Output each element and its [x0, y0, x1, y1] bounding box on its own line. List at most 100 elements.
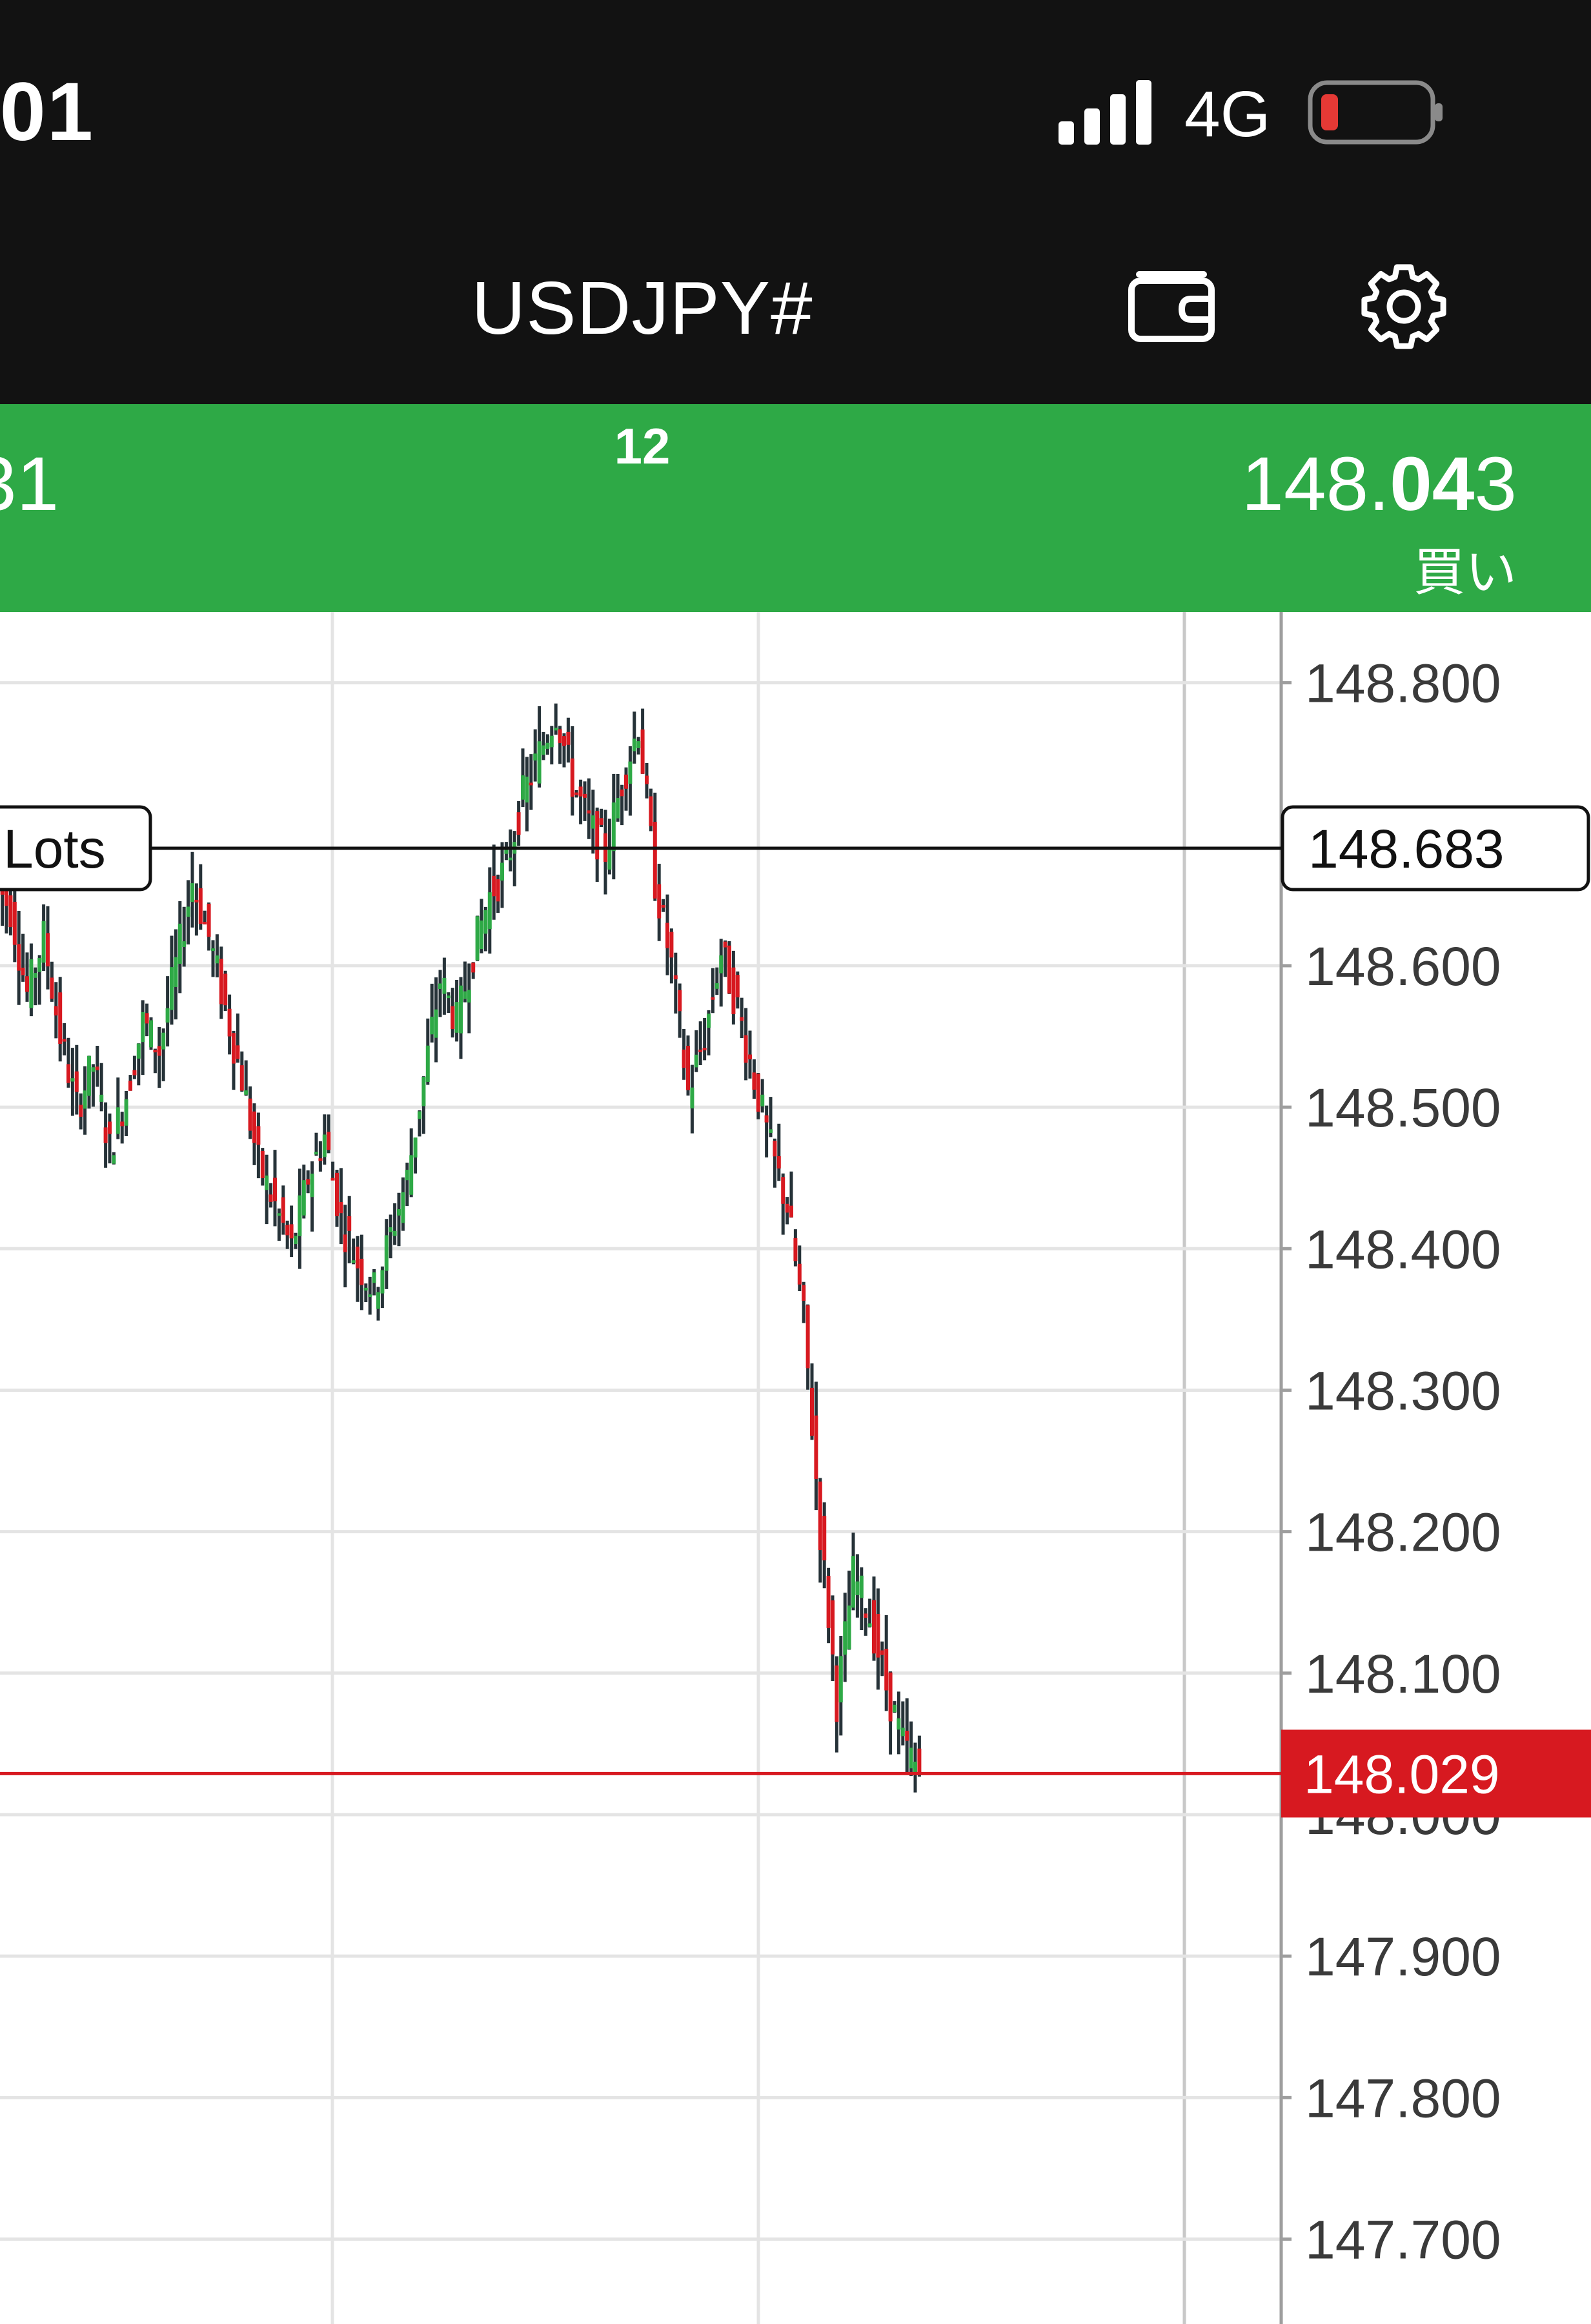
- candle-body: [475, 916, 480, 961]
- candle-body: [165, 1008, 170, 1023]
- chart-canvas[interactable]: 148.800 148.600 148.500 148.400 148.300 148.2…: [0, 612, 1591, 2324]
- candle-body: [327, 1132, 331, 1150]
- candle-body: [624, 774, 628, 789]
- candle-body: [289, 1224, 294, 1239]
- candle-body: [843, 1621, 847, 1655]
- candle-body: [731, 967, 736, 1015]
- quote-bar[interactable]: 31 12 148.043 買い: [0, 404, 1591, 612]
- candle-body: [690, 1087, 694, 1108]
- candle-body: [273, 1177, 277, 1201]
- network-type: 4G: [1184, 78, 1271, 150]
- price-chart[interactable]: 148.800 148.600 148.500 148.400 148.300 148.2…: [0, 612, 1591, 2324]
- tick-label: 147.900: [1305, 1926, 1501, 1987]
- candle-body: [818, 1482, 822, 1551]
- candle-body: [153, 1050, 157, 1053]
- candle-body: [897, 1718, 901, 1730]
- candle-body: [149, 1020, 153, 1048]
- candle-body: [339, 1202, 343, 1214]
- candle-body: [554, 728, 558, 731]
- candle-body: [91, 1067, 96, 1072]
- candle-body: [562, 736, 566, 746]
- candle-body: [645, 775, 649, 784]
- candle-body: [529, 782, 533, 786]
- candle-body: [913, 1761, 917, 1773]
- candle-body: [752, 1072, 756, 1090]
- candle-body: [174, 957, 178, 987]
- candle-body: [360, 1258, 364, 1285]
- candle-body: [599, 818, 603, 825]
- candle-body: [533, 753, 538, 761]
- sell-price[interactable]: 31: [0, 440, 59, 528]
- candle-body: [678, 990, 682, 1012]
- candle-body: [905, 1731, 909, 1741]
- candle-body: [640, 729, 645, 774]
- candle-body: [587, 810, 591, 814]
- candle-body: [103, 1127, 108, 1143]
- battery-icon: [1307, 77, 1449, 148]
- wallet-icon[interactable]: [1126, 261, 1223, 345]
- candle-body: [917, 1748, 922, 1774]
- candle-body: [401, 1192, 405, 1223]
- candle-body: [248, 1098, 252, 1131]
- candle-body: [740, 1017, 744, 1021]
- candle-body: [66, 1064, 70, 1083]
- candle-body: [203, 921, 207, 924]
- candle-body: [864, 1613, 868, 1618]
- candle-body: [232, 1033, 236, 1064]
- candle-body: [190, 883, 194, 902]
- status-time: :01: [0, 66, 94, 158]
- candle-body: [409, 1155, 414, 1195]
- tick-label: 147.800: [1305, 2068, 1501, 2128]
- candle-body: [227, 1008, 232, 1037]
- buy-price[interactable]: 148.043: [1241, 440, 1517, 528]
- candle-body: [632, 739, 636, 751]
- candle-body: [525, 777, 529, 803]
- candle-body: [628, 761, 633, 784]
- candle-body: [322, 1134, 327, 1157]
- candle-body: [566, 731, 571, 745]
- candle-body: [591, 815, 595, 829]
- candle-body: [611, 802, 616, 851]
- candle-body: [867, 1623, 872, 1627]
- candle-body: [521, 775, 525, 800]
- candle-body: [785, 1203, 789, 1213]
- candle-body: [744, 1035, 748, 1063]
- candle-body: [756, 1074, 760, 1112]
- candle-body: [727, 945, 731, 994]
- candle-body: [99, 1094, 104, 1102]
- candle-body: [25, 976, 29, 992]
- candle-body: [451, 1006, 455, 1030]
- candle-body: [719, 955, 724, 973]
- candle-body: [405, 1170, 409, 1181]
- candle-body: [673, 975, 678, 979]
- candle-body: [500, 862, 504, 881]
- candle-body: [219, 959, 223, 1004]
- gear-icon[interactable]: [1355, 258, 1452, 355]
- candle-body: [145, 1013, 149, 1024]
- candle-body: [789, 1205, 793, 1218]
- candle-body: [438, 983, 442, 990]
- candle-body: [74, 1071, 79, 1092]
- candle-body: [285, 1225, 290, 1236]
- candle-body: [368, 1294, 372, 1298]
- candle-body: [578, 786, 583, 797]
- candle-body: [616, 798, 620, 819]
- candle-body: [207, 903, 211, 937]
- candle-body: [54, 1006, 58, 1015]
- symbol-title[interactable]: USDJPY#: [0, 265, 1284, 351]
- candle-body: [776, 1156, 781, 1169]
- signal-strength-icon: [1059, 77, 1155, 145]
- candle-body: [120, 1121, 125, 1126]
- candle-body: [665, 922, 669, 948]
- candle-body: [764, 1115, 769, 1123]
- candle-body: [314, 1152, 318, 1155]
- candle-body: [269, 1194, 273, 1202]
- candle-body: [516, 812, 521, 835]
- candle-body: [769, 1129, 773, 1133]
- candle-body: [909, 1748, 913, 1769]
- candle-body: [87, 1055, 91, 1096]
- candle-body: [343, 1234, 347, 1252]
- candle-body: [480, 920, 483, 950]
- status-bar: :01 4G: [0, 0, 1591, 200]
- candle-body: [170, 967, 174, 1010]
